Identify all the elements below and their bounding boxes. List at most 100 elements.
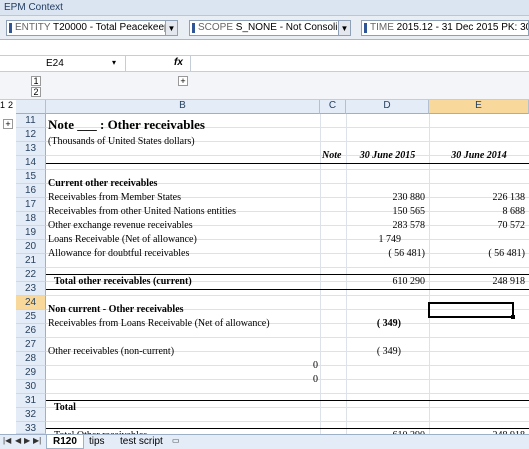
time-label: TIME	[370, 22, 394, 33]
border-line	[46, 400, 529, 401]
first-sheet-icon[interactable]: |◀	[3, 436, 11, 445]
expand-columns-button[interactable]: +	[178, 76, 188, 86]
scope-value: S_NONE - Not Consolidated	[235, 22, 338, 33]
sheet-tab-bar: |◀ ◀ ▶ ▶| R120 tips test script ▭	[0, 434, 529, 449]
cell-b15: Current other receivables	[48, 178, 158, 189]
scope-dropdown-icon[interactable]: ▼	[338, 20, 351, 36]
outline-level-1-button[interactable]: 1	[31, 76, 41, 86]
cell-e13: 30 June 2014	[451, 150, 507, 161]
active-cell-e24[interactable]	[428, 302, 514, 318]
cell-b25: Receivables from Loans Receivable (Net o…	[48, 318, 270, 329]
gridline	[46, 337, 529, 338]
cell-reference: E24	[46, 58, 64, 69]
sheet-tab-test-script[interactable]: test script	[114, 435, 169, 449]
outline-area: 1 2 +	[0, 72, 529, 100]
cell-b27: Other receivables (non-current)	[48, 346, 175, 357]
row-header-27[interactable]: 27	[16, 338, 46, 352]
row-header-28[interactable]: 28	[16, 352, 46, 366]
row-header-15[interactable]: 15	[16, 170, 46, 184]
cell-d20: ( 56 481)	[388, 248, 425, 259]
cell-d13: 30 June 2015	[359, 150, 416, 161]
row-header-12[interactable]: 12	[16, 128, 46, 142]
cell-b20: Allowance for doubtful receivables	[48, 248, 190, 259]
expand-rows-button[interactable]: +	[3, 119, 13, 129]
row-outline-level-1[interactable]: 1	[0, 100, 8, 114]
prev-sheet-icon[interactable]: ◀	[15, 436, 21, 445]
cell-b28: 0	[313, 360, 318, 371]
row-header-22[interactable]: 22	[16, 268, 46, 282]
gridline	[46, 169, 529, 170]
row-outline-level-2[interactable]: 2	[8, 100, 16, 114]
row-header-29[interactable]: 29	[16, 366, 46, 380]
gridline	[46, 421, 529, 422]
select-all-corner[interactable]	[16, 100, 46, 114]
column-header-b[interactable]: B	[46, 100, 320, 114]
entity-dropdown-icon[interactable]: ▼	[165, 20, 178, 36]
row-header-25[interactable]: 25	[16, 310, 46, 324]
row-header-17[interactable]: 17	[16, 198, 46, 212]
cell-c13: Note	[322, 150, 342, 161]
cell-d17: 150 565	[392, 206, 426, 217]
entity-value: T20000 - Total Peacekeeping	[53, 22, 165, 33]
entity-label: ENTITY	[15, 22, 51, 33]
cell-b22: Total other receivables (current)	[54, 276, 192, 287]
row-header-33[interactable]: 33	[16, 422, 46, 434]
insert-sheet-icon[interactable]: ▭	[172, 436, 180, 445]
sheet-tab-r120[interactable]: R120	[46, 435, 84, 449]
row-header-13[interactable]: 13	[16, 142, 46, 156]
cell-b19: Loans Receivable (Net of allowance)	[48, 234, 197, 245]
next-sheet-icon[interactable]: ▶	[24, 436, 30, 445]
row-header-24[interactable]: 24	[16, 296, 46, 310]
row-header-31[interactable]: 31	[16, 394, 46, 408]
epm-context-title: EPM Context	[0, 0, 529, 16]
cell-e20: ( 56 481)	[488, 248, 525, 259]
cell-d16: 230 880	[392, 192, 426, 203]
function-icon[interactable]: fx	[174, 57, 183, 68]
cell-d22: 610 290	[392, 276, 426, 287]
namebox-dropdown-icon[interactable]: ▾	[112, 58, 116, 67]
formula-bar: E24 ▾ fx	[0, 55, 529, 72]
cell-b24: Non current - Other receivables	[48, 304, 184, 315]
cell-d25: ( 349)	[376, 318, 401, 329]
time-selector[interactable]: TIME 2015.12 - 31 Dec 2015 PK: 30 Jun 2	[361, 20, 529, 36]
row-header-11[interactable]: 11	[16, 114, 46, 128]
row-header-18[interactable]: 18	[16, 212, 46, 226]
scope-label: SCOPE	[198, 22, 234, 33]
cell-d18: 283 578	[392, 220, 426, 231]
time-value: 2015.12 - 31 Dec 2015 PK: 30 Jun 2	[396, 22, 528, 33]
column-header-d[interactable]: D	[346, 100, 429, 114]
scope-selector[interactable]: SCOPE S_NONE - Not Consolidated	[189, 20, 339, 36]
row-header-26[interactable]: 26	[16, 324, 46, 338]
row-header-30[interactable]: 30	[16, 380, 46, 394]
row-header-32[interactable]: 32	[16, 408, 46, 422]
border-line	[46, 289, 529, 290]
fill-handle[interactable]	[511, 315, 515, 319]
last-sheet-icon[interactable]: ▶|	[33, 436, 41, 445]
column-header-e[interactable]: E	[429, 100, 529, 114]
row-header-20[interactable]: 20	[16, 240, 46, 254]
cell-b29: 0	[313, 374, 318, 385]
row-header-16[interactable]: 16	[16, 184, 46, 198]
entity-selector[interactable]: ENTITY T20000 - Total Peacekeeping	[6, 20, 166, 36]
name-box[interactable]: E24 ▾	[0, 56, 126, 72]
cell-b12: (Thousands of United States dollars)	[48, 136, 195, 147]
cell-e18: 70 572	[497, 220, 526, 231]
sheet-tab-tips[interactable]: tips	[83, 435, 111, 449]
gridline	[46, 407, 529, 408]
sheet-title: Note ___ : Other receivables	[48, 117, 205, 132]
row-header-21[interactable]: 21	[16, 254, 46, 268]
gridline	[46, 393, 529, 394]
cell-e17: 8 688	[502, 206, 526, 217]
formula-input[interactable]	[190, 56, 529, 72]
row-header-23[interactable]: 23	[16, 282, 46, 296]
outline-level-2-button[interactable]: 2	[31, 87, 41, 97]
column-header-c[interactable]: C	[320, 100, 346, 114]
cell-b17: Receivables from other United Nations en…	[48, 206, 237, 217]
cell-d19: 1 749	[378, 234, 402, 245]
epm-context-bar: ENTITY T20000 - Total Peacekeeping ▼ SCO…	[0, 16, 529, 40]
row-header-19[interactable]: 19	[16, 226, 46, 240]
border-line	[46, 163, 529, 164]
cell-b16: Receivables from Member States	[48, 192, 182, 203]
row-header-14[interactable]: 14	[16, 156, 46, 170]
gridline	[46, 295, 529, 296]
